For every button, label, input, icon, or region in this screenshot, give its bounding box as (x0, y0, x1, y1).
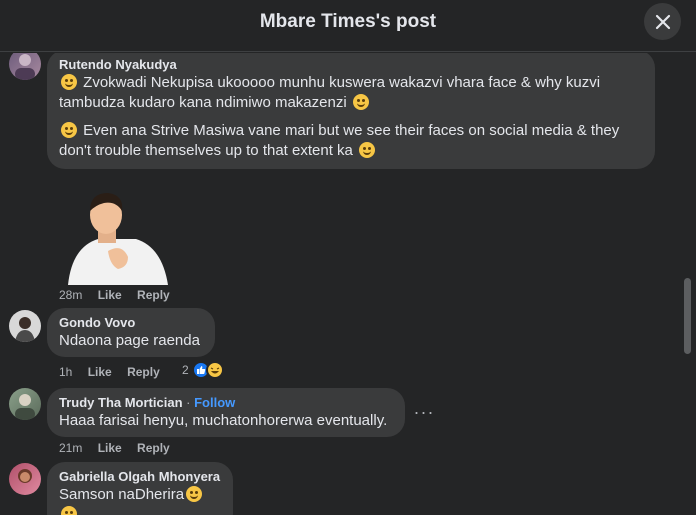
comment-text: Even ana Strive Masiwa vane mari but we … (59, 121, 643, 161)
scrollbar-thumb[interactable] (684, 278, 691, 354)
comment-time[interactable]: 1h (59, 365, 72, 379)
more-options-button[interactable]: ··· (410, 398, 438, 426)
comment-author[interactable]: Trudy Tha Mortician (59, 395, 183, 410)
more-icon: ··· (413, 401, 435, 422)
comments-list: Rutendo Nyakudya Zvokwadi Nekupisa ukooo… (0, 53, 696, 515)
comment-paragraph: Even ana Strive Masiwa vane mari but we … (59, 122, 620, 159)
comment-bubble: Trudy Tha Mortician · Follow Haaa farisa… (47, 388, 405, 437)
avatar[interactable] (9, 310, 41, 342)
like-button[interactable]: Like (88, 365, 112, 379)
winking-tongue-emoji-icon (359, 142, 376, 158)
like-button[interactable]: Like (98, 288, 122, 302)
close-button[interactable] (644, 3, 681, 40)
comment-author[interactable]: Gabriella Olgah Mhonyera (59, 468, 221, 485)
comment-text: Ndaona page raenda (59, 332, 200, 349)
comment-author[interactable]: Rutendo Nyakudya (59, 56, 643, 73)
follow-button[interactable]: Follow (194, 395, 235, 410)
separator-dot: · (186, 395, 191, 410)
reaction-summary[interactable]: 2 (182, 361, 224, 379)
upside-down-emoji-icon (61, 122, 77, 138)
close-icon (655, 14, 670, 29)
post-header: Mbare Times's post (0, 0, 696, 52)
grin-sweat-emoji-icon (186, 486, 203, 502)
reaction-count: 2 (182, 363, 189, 377)
comment-bubble: Rutendo Nyakudya Zvokwadi Nekupisa ukooo… (47, 53, 655, 169)
like-button[interactable]: Like (98, 441, 122, 455)
rolling-eyes-emoji-icon (61, 74, 77, 90)
reply-button[interactable]: Reply (137, 288, 170, 302)
comment-paragraph: Samson naDherira (59, 486, 185, 503)
comment-actions: 21m Like Reply (59, 440, 182, 456)
avatar[interactable] (9, 388, 41, 420)
comment-bubble: Gondo Vovo Ndaona page raenda (47, 308, 215, 357)
comment-actions: 28m Like Reply (59, 287, 182, 303)
comment-author-line: Trudy Tha Mortician · Follow (59, 394, 393, 411)
rofl-emoji-icon (61, 506, 77, 515)
comment-text: Haaa farisai henyu, muchatonhorerwa even… (59, 412, 388, 429)
comment-text: Samson naDherira (59, 485, 221, 515)
haha-reaction-icon (205, 361, 224, 379)
rofl-emoji-icon (352, 94, 369, 110)
avatar[interactable] (9, 463, 41, 495)
reply-button[interactable]: Reply (127, 365, 160, 379)
comment-time[interactable]: 28m (59, 288, 82, 302)
reply-button[interactable]: Reply (137, 441, 170, 455)
comment-author[interactable]: Gondo Vovo (59, 314, 203, 331)
comment-actions: 1h Like Reply (59, 364, 172, 380)
post-title: Mbare Times's post (259, 11, 437, 32)
comment-text: Zvokwadi Nekupisa ukooooo munhu kuswera … (59, 73, 643, 113)
comment-time[interactable]: 21m (59, 441, 82, 455)
avatar[interactable] (9, 53, 41, 80)
avatar-sticker[interactable] (58, 187, 170, 287)
comment-bubble: Gabriella Olgah Mhonyera Samson naDherir… (47, 462, 233, 515)
comment-paragraph: Zvokwadi Nekupisa ukooooo munhu kuswera … (59, 74, 601, 111)
